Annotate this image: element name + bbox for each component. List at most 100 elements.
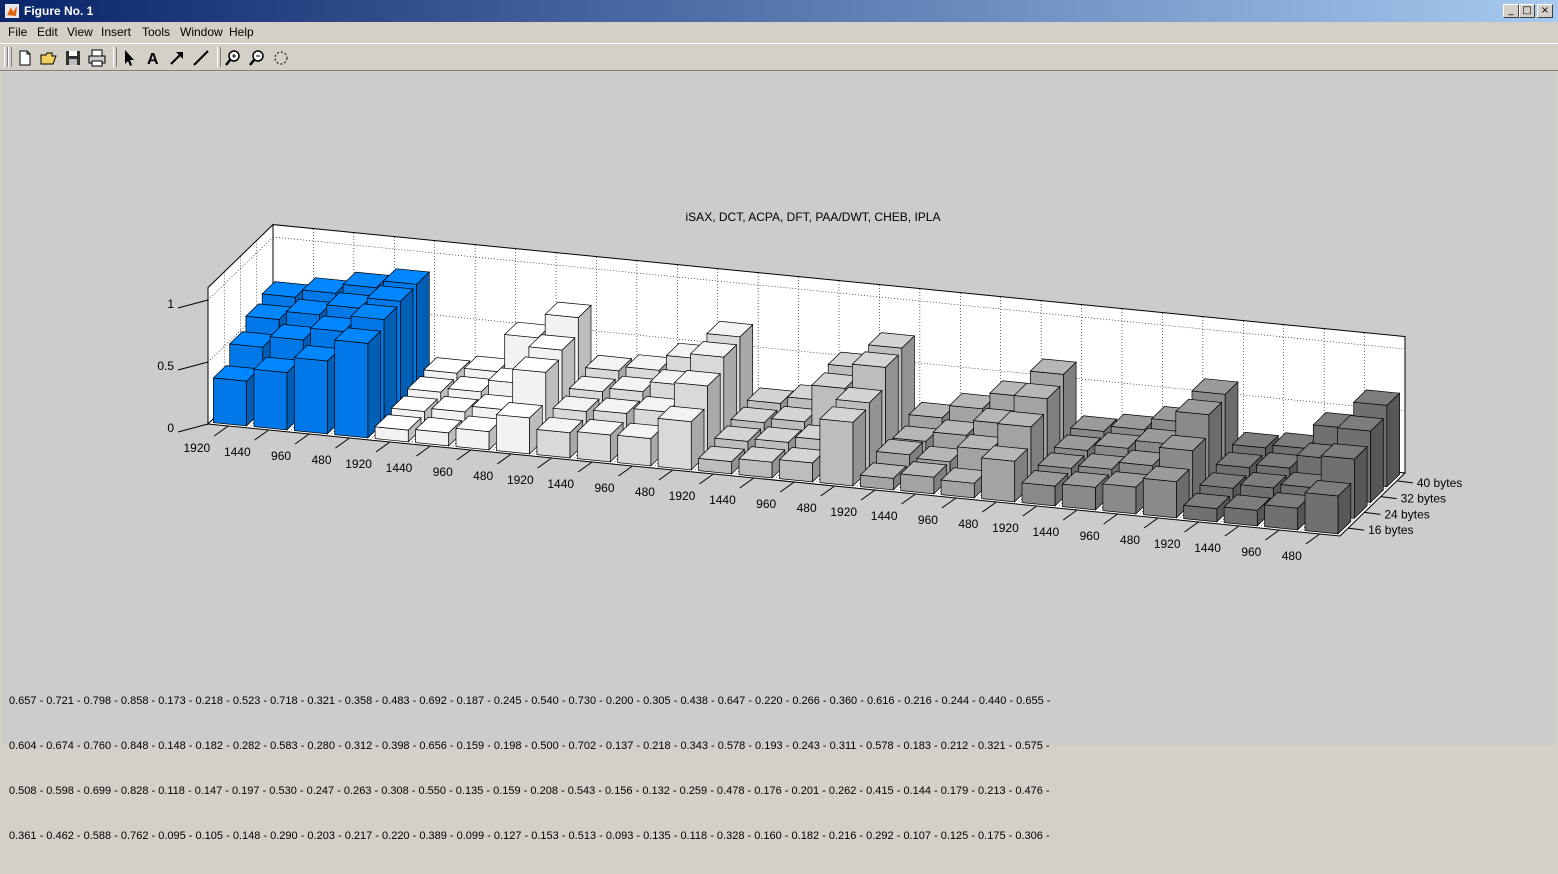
x-tick-label: 1440: [224, 445, 251, 459]
bar-front: [213, 377, 247, 427]
bar-front: [496, 414, 530, 455]
save-icon[interactable]: [62, 47, 84, 69]
x-tick: [1062, 509, 1078, 521]
x-tick-label: 960: [271, 449, 291, 463]
x-tick: [1103, 513, 1118, 525]
chart-title: iSAX, DCT, ACPA, DFT, PAA/DWT, CHEB, IPL…: [686, 210, 941, 224]
menu-edit[interactable]: Edit: [37, 25, 58, 39]
toolbar-grip: [8, 47, 12, 67]
z-tick: [177, 423, 209, 433]
x-tick-label: 1440: [1033, 525, 1060, 539]
bar-front: [981, 457, 1016, 503]
bar: [1304, 480, 1352, 535]
x-tick: [820, 485, 835, 497]
data-line: 0.361 - 0.462 - 0.588 - 0.762 - 0.095 - …: [9, 830, 1050, 842]
y-tick: [1364, 511, 1381, 515]
x-tick-label: 1920: [992, 521, 1019, 535]
x-tick: [1184, 521, 1199, 533]
maximize-button[interactable]: □: [1519, 4, 1535, 18]
arrow-icon[interactable]: [118, 47, 140, 69]
x-tick-label: 1440: [709, 493, 736, 507]
x-tick: [375, 441, 391, 453]
bar: [1061, 471, 1110, 511]
bar-front: [1021, 482, 1056, 507]
arrow-line-icon[interactable]: [166, 47, 188, 69]
menu-insert[interactable]: Insert: [101, 25, 131, 39]
x-tick-label: 480: [797, 501, 817, 515]
y-tick-label: 24 bytes: [1384, 507, 1429, 521]
open-icon[interactable]: [38, 47, 60, 69]
menu-view[interactable]: View: [67, 25, 93, 39]
x-tick-label: 1440: [871, 509, 898, 523]
x-tick-label: 480: [958, 517, 978, 531]
bar: [616, 422, 665, 467]
x-tick-label: 1920: [669, 489, 696, 503]
z-tick-label: 1: [167, 297, 174, 311]
title-bar: Figure No. 1 _ □ ×: [0, 0, 1558, 22]
bar: [536, 416, 584, 459]
x-tick-label: 960: [756, 497, 776, 511]
svg-text:A: A: [147, 51, 159, 68]
x-tick: [779, 481, 795, 493]
x-tick-label: 960: [1080, 529, 1100, 543]
bar-front: [1102, 483, 1137, 515]
x-tick-label: 960: [918, 513, 938, 527]
x-tick: [254, 429, 269, 441]
bar-front: [1264, 504, 1299, 531]
x-tick-label: 960: [594, 481, 614, 495]
x-tick: [496, 453, 512, 465]
x-tick-label: 960: [1241, 545, 1261, 559]
line-icon[interactable]: [190, 47, 212, 69]
x-tick: [941, 497, 957, 509]
close-button[interactable]: ×: [1537, 4, 1553, 18]
y-tick-label: 16 bytes: [1368, 523, 1413, 537]
toolbar: A: [0, 43, 1558, 71]
bar-side: [1386, 392, 1400, 488]
z-tick: [177, 361, 209, 371]
bar: [212, 365, 261, 427]
x-tick: [335, 437, 350, 449]
x-tick: [1224, 525, 1240, 537]
x-tick: [699, 473, 714, 485]
z-tick-label: 0: [167, 421, 174, 435]
zoom-out-icon[interactable]: [246, 47, 268, 69]
menu-window[interactable]: Window: [180, 25, 223, 39]
new-icon[interactable]: [14, 47, 36, 69]
x-tick: [456, 449, 472, 461]
rotate-icon[interactable]: [270, 47, 292, 69]
x-tick: [618, 465, 633, 477]
y-tick-label: 32 bytes: [1401, 492, 1446, 506]
bar: [1102, 471, 1150, 515]
x-tick-label: 960: [433, 465, 453, 479]
figure-area: 0 0.5 1 1920 1440 960 480 1920 1440 960 480 1920 144…: [2, 72, 1556, 842]
zoom-in-icon[interactable]: [222, 47, 244, 69]
minimize-button[interactable]: _: [1503, 4, 1519, 18]
x-tick: [860, 489, 876, 501]
bar: [253, 356, 301, 431]
bar-front: [576, 431, 611, 463]
z-tick-label: 0.5: [157, 359, 174, 373]
bar-front: [253, 368, 288, 431]
y-tick: [1396, 480, 1413, 484]
x-tick: [658, 469, 674, 481]
x-tick: [1265, 529, 1280, 541]
text-icon[interactable]: A: [142, 47, 164, 69]
print-icon[interactable]: [86, 47, 108, 69]
bar3d-chart: 0 0.5 1 1920 1440 960 480 1920 1440 960 480 1920 144…: [157, 210, 1462, 563]
menu-tools[interactable]: Tools: [142, 25, 170, 39]
bar-front: [334, 339, 369, 439]
bar-front: [819, 418, 854, 487]
menu-file[interactable]: File: [8, 25, 27, 39]
x-tick-label: 1440: [386, 461, 413, 475]
y-tick: [1348, 527, 1365, 531]
bar: [495, 402, 544, 455]
x-tick-label: 1440: [1194, 541, 1221, 555]
x-tick-label: 480: [1282, 549, 1302, 563]
x-tick: [982, 501, 997, 513]
bar-side: [367, 330, 381, 439]
menu-help[interactable]: Help: [229, 25, 254, 39]
x-tick-label: 1920: [345, 457, 372, 471]
x-tick-label: 1920: [1154, 537, 1181, 551]
toolbar-separator: [217, 47, 221, 67]
data-values-text: 0.657 - 0.721 - 0.798 - 0.858 - 0.173 - …: [9, 664, 1050, 874]
